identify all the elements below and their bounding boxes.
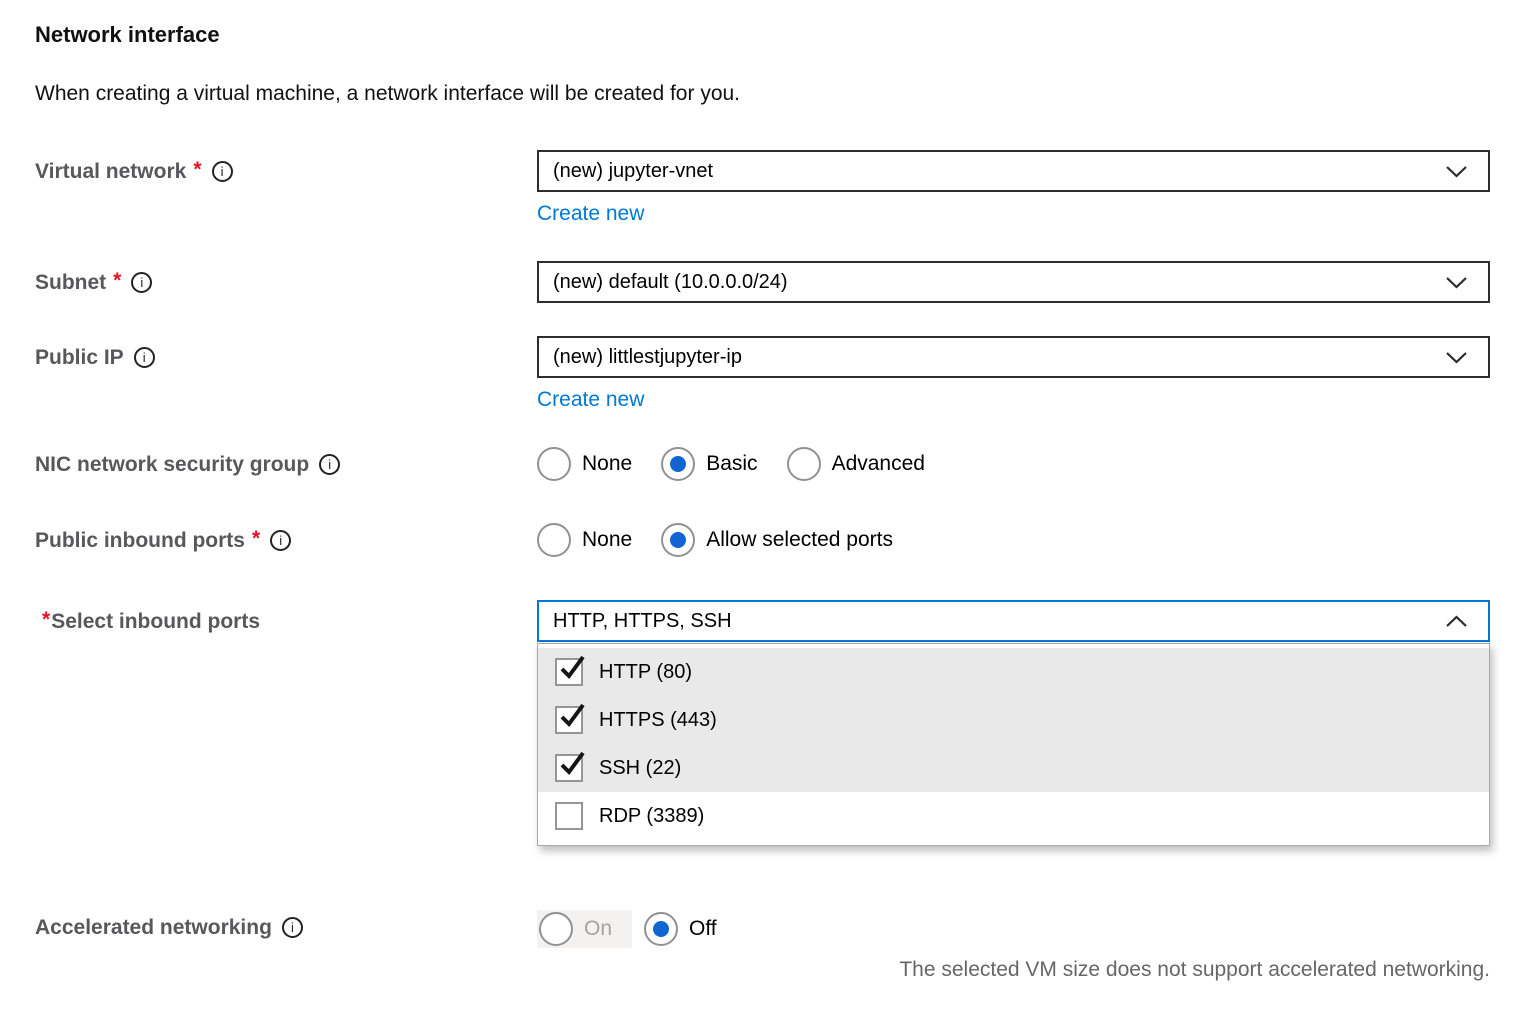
accelerated-off-option[interactable]: Off — [644, 912, 717, 946]
required-asterisk — [113, 269, 121, 293]
accelerated-networking-label: Accelerated networking — [35, 915, 272, 940]
checkbox-checked-icon — [555, 754, 583, 782]
field-subnet: Subnet (new) default (10.0.0.0/24) — [35, 261, 1490, 303]
inbound-ports-dropdown-panel: HTTP (80) HTTPS (443) SSH (22) RDP — [537, 643, 1490, 846]
required-asterisk — [193, 158, 201, 182]
accelerated-on-option: On — [537, 910, 632, 948]
field-nic-nsg: NIC network security group None Basic Ad… — [35, 447, 1490, 481]
page-description: When creating a virtual machine, a netwo… — [35, 82, 1490, 106]
nsg-option-basic[interactable]: Basic — [661, 447, 757, 481]
select-inbound-ports-combobox[interactable]: HTTP, HTTPS, SSH — [537, 600, 1490, 642]
accelerated-networking-toggle: On Off — [537, 910, 1490, 948]
subnet-dropdown[interactable]: (new) default (10.0.0.0/24) — [537, 261, 1490, 303]
public-ip-label: Public IP — [35, 345, 124, 370]
radio-unselected-icon — [537, 523, 571, 557]
radio-disabled-icon — [539, 912, 573, 946]
inbound-option-none[interactable]: None — [537, 523, 632, 557]
info-icon[interactable] — [282, 917, 303, 938]
network-interface-form: Network interface When creating a virtua… — [0, 0, 1532, 982]
radio-selected-icon — [661, 447, 695, 481]
info-icon[interactable] — [319, 454, 340, 475]
info-icon[interactable] — [134, 347, 155, 368]
accelerated-networking-note: The selected VM size does not support ac… — [537, 957, 1490, 982]
nsg-option-none[interactable]: None — [537, 447, 632, 481]
create-new-vnet-link[interactable]: Create new — [537, 201, 644, 227]
field-accelerated-networking: Accelerated networking On Off The select… — [35, 910, 1490, 982]
info-icon[interactable] — [270, 530, 291, 551]
inbound-port-option-ssh[interactable]: SSH (22) — [538, 744, 1489, 792]
info-icon[interactable] — [212, 161, 233, 182]
public-ip-dropdown[interactable]: (new) littlestjupyter-ip — [537, 336, 1490, 378]
inbound-ports-radio-group: None Allow selected ports — [537, 523, 1490, 557]
inbound-port-option-https[interactable]: HTTPS (443) — [538, 696, 1489, 744]
inbound-port-option-http[interactable]: HTTP (80) — [538, 648, 1489, 696]
inbound-port-option-label: SSH (22) — [599, 757, 681, 780]
subnet-label: Subnet — [35, 270, 106, 295]
inbound-option-allow-selected[interactable]: Allow selected ports — [661, 523, 893, 557]
page-title: Network interface — [35, 22, 1490, 48]
radio-unselected-icon — [787, 447, 821, 481]
field-public-inbound-ports: Public inbound ports None Allow selected… — [35, 523, 1490, 557]
select-inbound-ports-label: Select inbound ports — [51, 609, 260, 634]
virtual-network-value: (new) jupyter-vnet — [553, 160, 713, 183]
virtual-network-label: Virtual network — [35, 159, 186, 184]
nic-nsg-label: NIC network security group — [35, 452, 309, 477]
radio-selected-icon — [661, 523, 695, 557]
nsg-option-advanced[interactable]: Advanced — [787, 447, 925, 481]
required-asterisk — [252, 527, 260, 551]
inbound-port-option-label: HTTP (80) — [599, 661, 692, 684]
info-icon[interactable] — [131, 272, 152, 293]
checkbox-checked-icon — [555, 658, 583, 686]
chevron-down-icon — [1445, 351, 1468, 364]
field-select-inbound-ports: Select inbound ports HTTP, HTTPS, SSH HT… — [35, 600, 1490, 846]
chevron-down-icon — [1445, 276, 1468, 289]
create-new-public-ip-link[interactable]: Create new — [537, 387, 644, 413]
inbound-port-option-label: RDP (3389) — [599, 805, 704, 828]
radio-unselected-icon — [537, 447, 571, 481]
radio-selected-icon — [644, 912, 678, 946]
select-inbound-ports-value: HTTP, HTTPS, SSH — [553, 610, 732, 633]
subnet-value: (new) default (10.0.0.0/24) — [553, 271, 788, 294]
nic-nsg-radio-group: None Basic Advanced — [537, 447, 1490, 481]
chevron-down-icon — [1445, 165, 1468, 178]
field-virtual-network: Virtual network (new) jupyter-vnet Creat… — [35, 150, 1490, 227]
required-asterisk — [42, 608, 50, 632]
checkbox-checked-icon — [555, 706, 583, 734]
field-public-ip: Public IP (new) littlestjupyter-ip Creat… — [35, 336, 1490, 413]
checkbox-unchecked-icon — [555, 802, 583, 830]
inbound-port-option-rdp[interactable]: RDP (3389) — [538, 792, 1489, 840]
public-inbound-ports-label: Public inbound ports — [35, 528, 245, 553]
inbound-port-option-label: HTTPS (443) — [599, 709, 717, 732]
chevron-up-icon — [1445, 615, 1468, 628]
virtual-network-dropdown[interactable]: (new) jupyter-vnet — [537, 150, 1490, 192]
public-ip-value: (new) littlestjupyter-ip — [553, 346, 742, 369]
